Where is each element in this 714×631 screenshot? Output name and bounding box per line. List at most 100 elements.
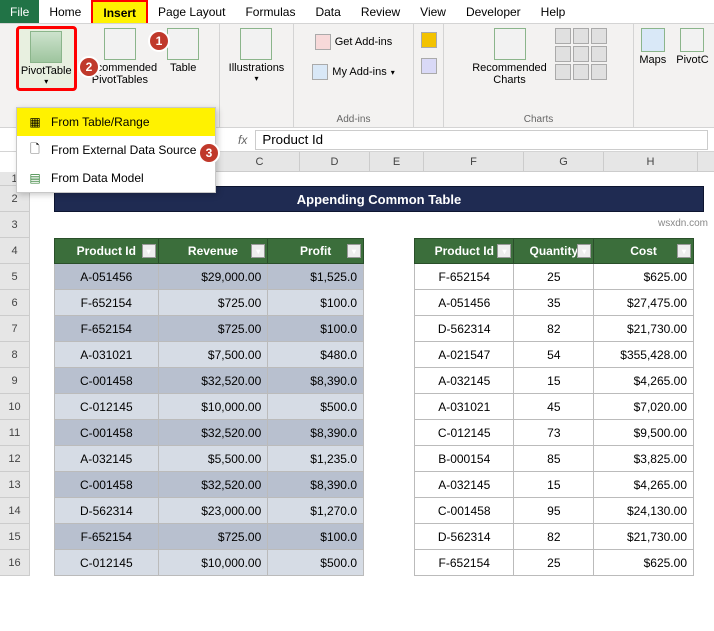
- formula-input[interactable]: [255, 130, 708, 150]
- tab-home[interactable]: Home: [39, 0, 91, 23]
- table-cell[interactable]: $32,520.00: [158, 472, 268, 498]
- chart-type-icon[interactable]: [555, 64, 571, 80]
- pivottable-button[interactable]: PivotTable ▾: [16, 26, 77, 91]
- filter-icon[interactable]: ▾: [142, 244, 156, 258]
- chart-type-icon[interactable]: [591, 28, 607, 44]
- table-row[interactable]: A-03102145$7,020.00: [415, 394, 694, 420]
- table-cell[interactable]: 45: [514, 394, 594, 420]
- table-cell[interactable]: $1,270.0: [268, 498, 364, 524]
- table-cell[interactable]: $625.00: [594, 264, 694, 290]
- table-cell[interactable]: A-051456: [55, 264, 159, 290]
- table-cell[interactable]: $5,500.00: [158, 446, 268, 472]
- t1-header-revenue[interactable]: Revenue▾: [158, 239, 268, 264]
- table-row[interactable]: C-001458$32,520.00$8,390.0: [55, 420, 364, 446]
- table-cell[interactable]: 54: [514, 342, 594, 368]
- table-cell[interactable]: D-562314: [415, 316, 514, 342]
- table-cell[interactable]: 73: [514, 420, 594, 446]
- col-header[interactable]: D: [300, 152, 370, 171]
- table-cell[interactable]: $27,475.00: [594, 290, 694, 316]
- col-header[interactable]: E: [370, 152, 424, 171]
- table-cell[interactable]: $100.0: [268, 290, 364, 316]
- cells-area[interactable]: Appending Common Table Product Id▾ Reven…: [30, 172, 714, 576]
- table-cell[interactable]: $4,265.00: [594, 368, 694, 394]
- row-header[interactable]: 4: [0, 238, 29, 264]
- filter-icon[interactable]: ▾: [497, 244, 511, 258]
- table-cell[interactable]: $625.00: [594, 550, 694, 576]
- row-header[interactable]: 15: [0, 524, 29, 550]
- table-cell[interactable]: $24,130.00: [594, 498, 694, 524]
- chart-type-icon[interactable]: [573, 46, 589, 62]
- t2-header-cost[interactable]: Cost▾: [594, 239, 694, 264]
- table-cell[interactable]: C-012145: [415, 420, 514, 446]
- t1-header-productid[interactable]: Product Id▾: [55, 239, 159, 264]
- table-cell[interactable]: F-652154: [55, 290, 159, 316]
- row-header[interactable]: 14: [0, 498, 29, 524]
- table-row[interactable]: F-652154$725.00$100.0: [55, 290, 364, 316]
- table-cell[interactable]: 35: [514, 290, 594, 316]
- row-header[interactable]: 5: [0, 264, 29, 290]
- table-cell[interactable]: C-001458: [55, 420, 159, 446]
- table-cell[interactable]: $7,500.00: [158, 342, 268, 368]
- row-header[interactable]: 10: [0, 394, 29, 420]
- table-cell[interactable]: $725.00: [158, 290, 268, 316]
- tab-page-layout[interactable]: Page Layout: [148, 0, 235, 23]
- table-cell[interactable]: $8,390.0: [268, 368, 364, 394]
- row-header[interactable]: 13: [0, 472, 29, 498]
- row-header[interactable]: 3: [0, 212, 29, 238]
- chart-type-icon[interactable]: [573, 28, 589, 44]
- row-header[interactable]: 7: [0, 316, 29, 342]
- table-row[interactable]: A-03214515$4,265.00: [415, 368, 694, 394]
- table-button[interactable]: Table: [163, 26, 203, 76]
- illustrations-button[interactable]: Illustrations ▾: [225, 26, 289, 85]
- chart-type-icon[interactable]: [555, 46, 571, 62]
- table-row[interactable]: C-012145$10,000.00$500.0: [55, 550, 364, 576]
- table-cell[interactable]: $100.0: [268, 524, 364, 550]
- table-row[interactable]: C-012145$10,000.00$500.0: [55, 394, 364, 420]
- chart-type-icon[interactable]: [555, 28, 571, 44]
- table-cell[interactable]: $9,500.00: [594, 420, 694, 446]
- table-row[interactable]: F-652154$725.00$100.0: [55, 316, 364, 342]
- recommended-charts-button[interactable]: Recommended Charts: [468, 26, 551, 88]
- tab-review[interactable]: Review: [351, 0, 410, 23]
- people-icon[interactable]: [421, 58, 437, 74]
- table-cell[interactable]: A-031021: [55, 342, 159, 368]
- maps-button[interactable]: Maps: [635, 26, 670, 68]
- col-header[interactable]: G: [524, 152, 604, 171]
- table-cell[interactable]: C-001458: [55, 472, 159, 498]
- table-cell[interactable]: F-652154: [55, 316, 159, 342]
- table-cell[interactable]: $10,000.00: [158, 550, 268, 576]
- row-header[interactable]: 9: [0, 368, 29, 394]
- table-cell[interactable]: $355,428.00: [594, 342, 694, 368]
- table-cell[interactable]: 15: [514, 368, 594, 394]
- table-row[interactable]: D-56231482$21,730.00: [415, 316, 694, 342]
- col-header[interactable]: F: [424, 152, 524, 171]
- tab-developer[interactable]: Developer: [456, 0, 531, 23]
- dropdown-from-data-model[interactable]: ▤ From Data Model: [17, 164, 215, 192]
- table-cell[interactable]: 25: [514, 264, 594, 290]
- table-cell[interactable]: D-562314: [55, 498, 159, 524]
- table-cell[interactable]: B-000154: [415, 446, 514, 472]
- table-cell[interactable]: $725.00: [158, 524, 268, 550]
- row-header[interactable]: 11: [0, 420, 29, 446]
- table-cell[interactable]: C-012145: [55, 550, 159, 576]
- filter-icon[interactable]: ▾: [347, 244, 361, 258]
- table-row[interactable]: A-032145$5,500.00$1,235.0: [55, 446, 364, 472]
- table-cell[interactable]: $21,730.00: [594, 524, 694, 550]
- table-cell[interactable]: $32,520.00: [158, 420, 268, 446]
- table-cell[interactable]: $500.0: [268, 394, 364, 420]
- table-row[interactable]: C-001458$32,520.00$8,390.0: [55, 472, 364, 498]
- table-cell[interactable]: 82: [514, 316, 594, 342]
- tab-file[interactable]: File: [0, 0, 39, 23]
- table-cell[interactable]: $4,265.00: [594, 472, 694, 498]
- table-cell[interactable]: F-652154: [415, 264, 514, 290]
- table-cell[interactable]: $7,020.00: [594, 394, 694, 420]
- table-cell[interactable]: $3,825.00: [594, 446, 694, 472]
- tab-formulas[interactable]: Formulas: [235, 0, 305, 23]
- tab-data[interactable]: Data: [305, 0, 350, 23]
- table-cell[interactable]: A-021547: [415, 342, 514, 368]
- table-cell[interactable]: A-051456: [415, 290, 514, 316]
- pivotchart-button[interactable]: PivotC: [672, 26, 712, 68]
- tab-help[interactable]: Help: [531, 0, 576, 23]
- table-cell[interactable]: C-001458: [415, 498, 514, 524]
- table-row[interactable]: D-56231482$21,730.00: [415, 524, 694, 550]
